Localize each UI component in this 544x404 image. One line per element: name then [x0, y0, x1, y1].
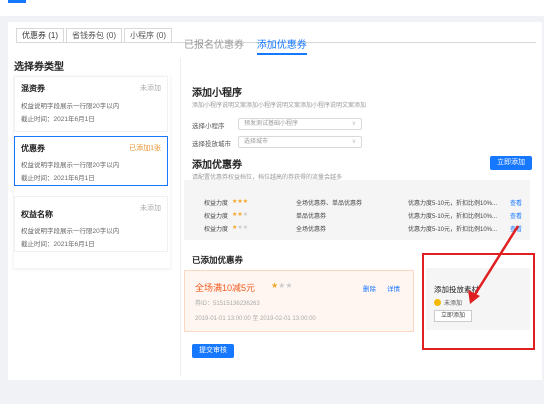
tab-registered-coupons[interactable]: 已报名优惠券 — [184, 36, 244, 51]
coupon-type-status: 未添加 — [140, 85, 161, 92]
tab-add-coupon[interactable]: 添加优惠券 — [256, 36, 307, 55]
panel-divider — [180, 58, 181, 376]
city-select[interactable]: 选择城市 ∨ — [238, 136, 362, 148]
coupon-type-card-mixed[interactable]: 混资券 未添加 权益说明字段展示一行限20字以内 截止时间：2021年6月1日 — [14, 76, 168, 132]
coupon-type-status: 未添加 — [140, 205, 161, 212]
added-coupon-id: 券ID：51515136236263 — [195, 301, 260, 307]
top-tabs: 优惠券 (1) 省钱券包 (0) 小程序 (0) — [16, 28, 174, 43]
coupon-type-card-coupon[interactable]: 优惠券 已添加1张 权益说明字段展示一行限20字以内 截止时间：2021年6月1… — [14, 136, 168, 186]
coupon-type-card-benefit[interactable]: 权益名称 未添加 权益说明字段展示一行限20字以内 截止时间：2021年6月1日 — [14, 196, 168, 252]
priority-view-link[interactable]: 查看 — [510, 211, 522, 220]
left-panel-title: 选择券类型 — [14, 62, 64, 73]
add-coupon-title: 添加优惠券 — [192, 160, 242, 171]
coupon-type-status: 已添加1张 — [129, 145, 161, 152]
priority-range: 优惠力度5-10元，折扣比例10%... — [408, 201, 498, 207]
priority-label: 权益力度 — [204, 214, 229, 220]
top-accent-mark — [8, 0, 26, 3]
priority-view-link[interactable]: 查看 — [510, 198, 522, 207]
coupon-type-desc: 权益说明字段展示一行限20字以内 — [21, 162, 120, 169]
priority-stars: ★★★ — [232, 199, 249, 205]
priority-stars: ★★★ — [232, 225, 249, 231]
priority-view-link[interactable]: 查看 — [510, 224, 522, 233]
tab-savings-pack[interactable]: 省钱券包 (0) — [66, 28, 122, 43]
coupon-type-desc: 权益说明字段展示一行限20字以内 — [21, 228, 120, 235]
priority-range: 优惠力度5-10元，折扣比例10%... — [408, 214, 498, 220]
priority-scope: 全场优惠券、单品优惠券 — [296, 201, 363, 207]
priority-stars: ★★★ — [232, 212, 249, 218]
coupon-type-deadline: 截止时间：2021年6月1日 — [21, 241, 95, 248]
program-select[interactable]: 预发测试基础小程序 ∨ — [238, 118, 362, 130]
add-coupon-button[interactable]: 立即添加 — [490, 156, 532, 170]
chevron-down-icon: ∨ — [351, 121, 356, 127]
added-coupons-title: 已添加优惠券 — [192, 255, 244, 265]
coupon-detail-link[interactable]: 详情 — [387, 283, 400, 293]
coupon-type-deadline: 截止时间：2021年6月1日 — [21, 175, 95, 182]
sub-tabs: 已报名优惠券 添加优惠券 — [184, 36, 317, 55]
top-bar — [0, 0, 544, 16]
priority-range: 优惠力度5-10元，折扣比例10%... — [408, 227, 498, 233]
submit-review-button[interactable]: 提交审核 — [192, 344, 234, 358]
program-select-value: 预发测试基础小程序 — [244, 121, 299, 127]
delete-coupon-link[interactable]: 删除 — [363, 283, 376, 293]
added-coupon-stars: ★★★ — [271, 281, 293, 290]
tab-mini-program[interactable]: 小程序 (0) — [124, 28, 172, 43]
priority-scope: 单品优惠券 — [296, 214, 327, 220]
added-coupon-card: 全场满10减5元 ★★★ 删除 详情 券ID：51515136236263 20… — [184, 270, 414, 332]
chevron-down-icon: ∨ — [351, 139, 356, 145]
priority-label: 权益力度 — [204, 227, 229, 233]
add-mini-program-title: 添加小程序 — [192, 88, 242, 99]
annotation-highlight-box — [422, 253, 535, 350]
city-select-placeholder: 选择城市 — [244, 139, 269, 145]
priority-label: 权益力度 — [204, 201, 229, 207]
coupon-type-desc: 权益说明字段展示一行限20字以内 — [21, 103, 120, 110]
priority-scope: 全场优惠券 — [296, 227, 327, 233]
program-select-label: 选择小程序 — [192, 123, 225, 130]
coupon-type-deadline: 截止时间：2021年6月1日 — [21, 116, 95, 123]
add-mini-program-desc: 添加小程序说明文案添加小程序说明文案添加小程序说明文案添加 — [192, 103, 367, 109]
added-coupon-name: 全场满10减5元 — [195, 283, 256, 293]
benefit-priority-table: 权益力度 ★★★ 全场优惠券、单品优惠券 优惠力度5-10元，折扣比例10%..… — [184, 180, 530, 240]
added-coupon-time: 2019-01-01 13:00:00 至 2019-02-01 13:00:0… — [195, 316, 316, 322]
tab-coupons[interactable]: 优惠券 (1) — [16, 28, 64, 43]
city-select-label: 选择投放城市 — [192, 141, 231, 148]
